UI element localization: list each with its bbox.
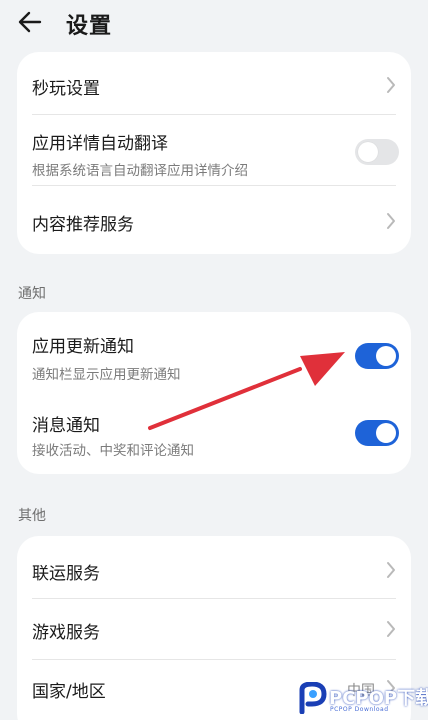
settings-card-general: 秒玩设置 应用详情自动翻译 根据系统语言自动翻译应用详情介绍 内容推荐服务 — [17, 52, 411, 254]
row-joint-operation-service[interactable]: 联运服务 — [17, 536, 411, 598]
auto-translate-toggle[interactable] — [355, 139, 399, 165]
row-game-service[interactable]: 游戏服务 — [17, 599, 411, 659]
row-auto-translate: 应用详情自动翻译 根据系统语言自动翻译应用详情介绍 — [17, 115, 411, 185]
toggle-knob — [376, 423, 396, 443]
pcpop-logo-icon — [299, 682, 327, 714]
row-title: 应用更新通知 — [32, 337, 134, 357]
row-subtitle: 接收活动、中奖和评论通知 — [32, 443, 194, 459]
section-label-other: 其他 — [18, 508, 46, 524]
top-bar: 设置 — [0, 0, 428, 48]
chevron-right-icon — [387, 621, 395, 637]
row-title: 应用详情自动翻译 — [32, 134, 168, 154]
settings-card-notifications: 应用更新通知 通知栏显示应用更新通知 消息通知 接收活动、中奖和评论通知 — [17, 312, 411, 474]
chevron-right-icon — [387, 562, 395, 578]
row-title: 联运服务 — [32, 564, 100, 584]
row-content-recommendation[interactable]: 内容推荐服务 — [17, 186, 411, 254]
chevron-right-icon — [387, 213, 395, 229]
row-title: 游戏服务 — [32, 623, 100, 643]
page-title: 设置 — [66, 14, 113, 39]
row-title: 消息通知 — [32, 416, 100, 436]
row-subtitle: 根据系统语言自动翻译应用详情介绍 — [32, 163, 248, 179]
row-title: 内容推荐服务 — [32, 215, 134, 235]
app-update-notification-toggle[interactable] — [355, 343, 399, 369]
row-app-update-notification: 应用更新通知 通知栏显示应用更新通知 — [17, 312, 411, 392]
row-title: 国家/地区 — [32, 682, 106, 702]
toggle-knob — [358, 142, 378, 162]
toggle-knob — [376, 346, 396, 366]
row-instant-play-settings[interactable]: 秒玩设置 — [17, 52, 411, 114]
arrow-left-icon[interactable] — [16, 8, 44, 36]
chevron-right-icon — [387, 77, 395, 93]
section-label-notifications: 通知 — [18, 286, 46, 302]
watermark-subtext: PCPOP Download — [330, 706, 389, 713]
message-notification-toggle[interactable] — [355, 420, 399, 446]
row-message-notification: 消息通知 接收活动、中奖和评论通知 — [17, 392, 411, 474]
row-subtitle: 通知栏显示应用更新通知 — [32, 367, 181, 383]
watermark-logo: PCPOP下载 PCPOP Download — [296, 680, 428, 720]
row-title: 秒玩设置 — [32, 79, 100, 99]
